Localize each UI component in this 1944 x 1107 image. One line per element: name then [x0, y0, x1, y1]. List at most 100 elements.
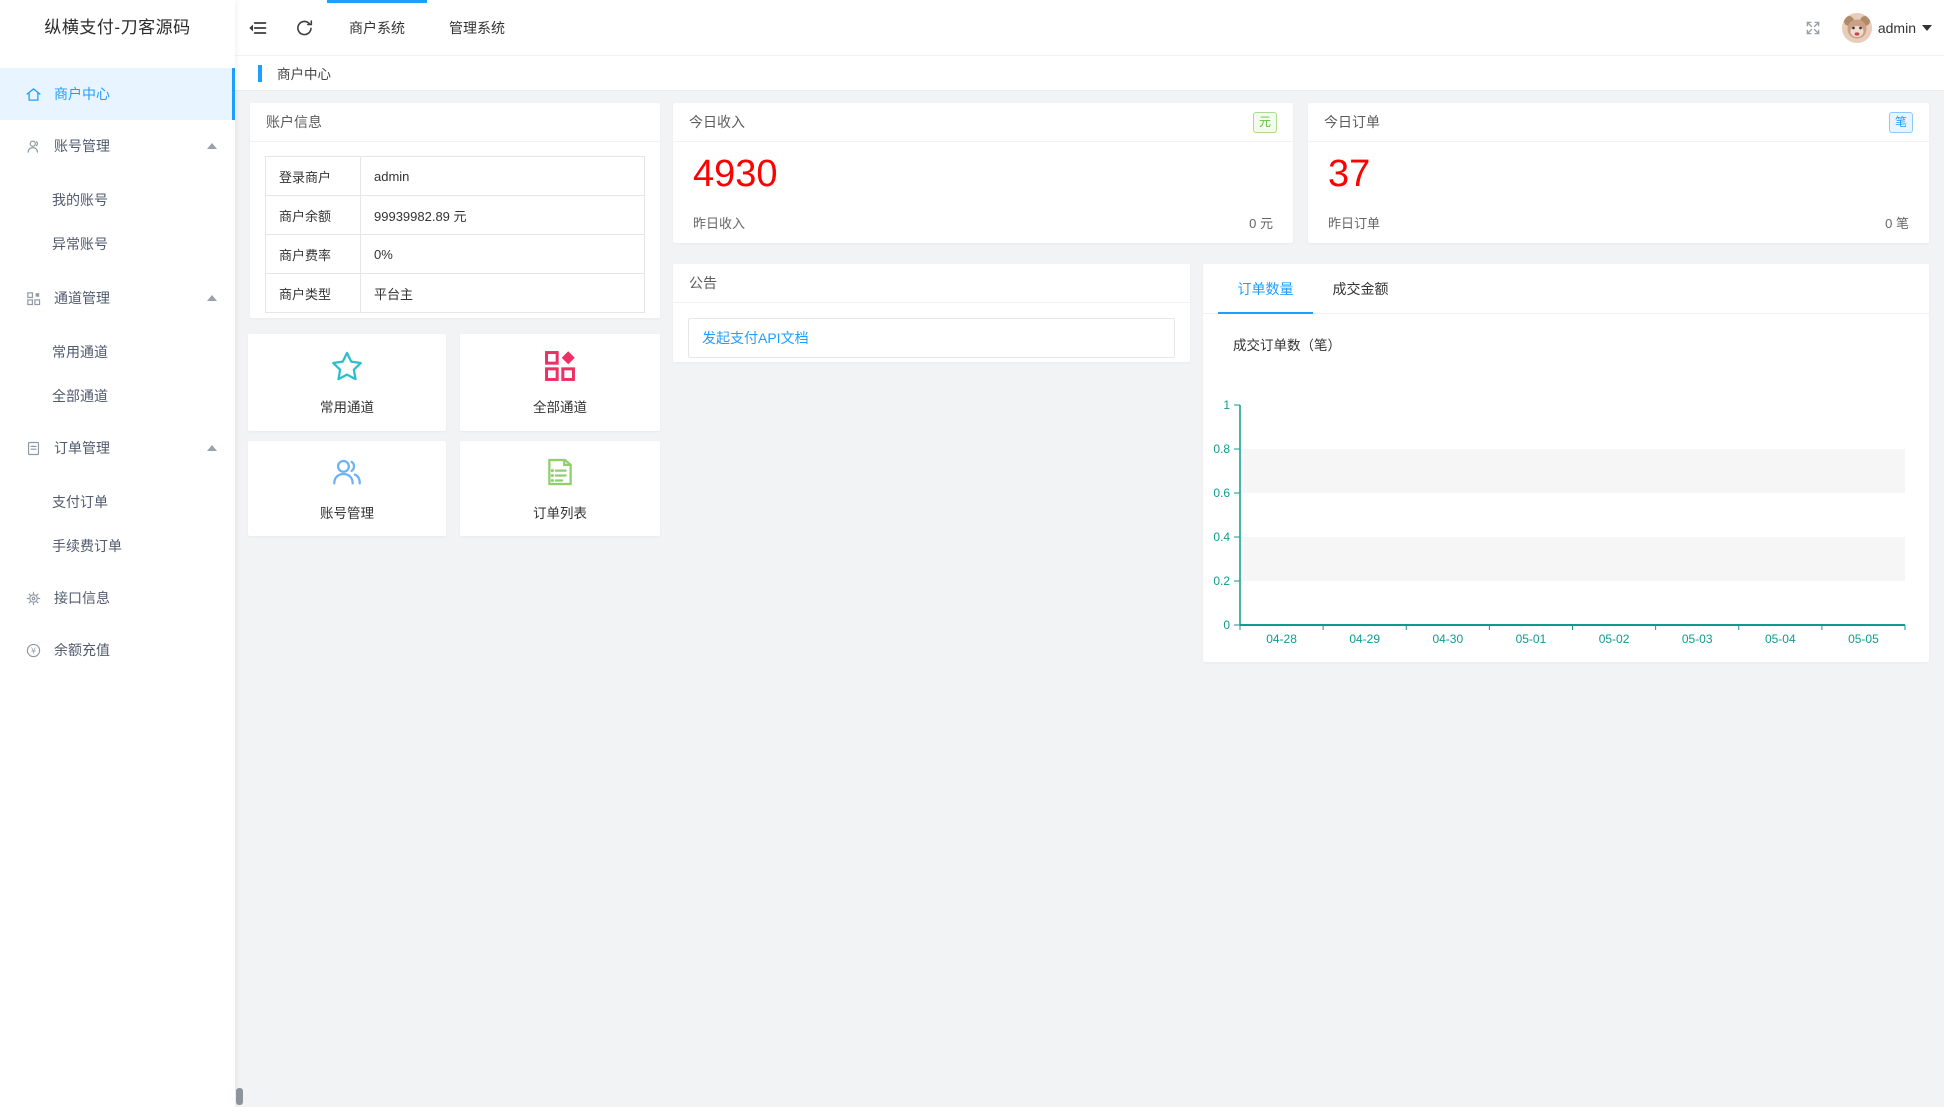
svg-text:0.2: 0.2: [1213, 574, 1230, 588]
today-income-card: 今日收入 元 4930 昨日收入 0 元: [673, 103, 1293, 243]
sidebar-sub-label: 我的账号: [52, 192, 108, 208]
sidebar-item-merchant-center[interactable]: 商户中心: [0, 68, 235, 120]
svg-text:05-01: 05-01: [1516, 632, 1547, 646]
yesterday-income-label: 昨日收入: [693, 216, 746, 231]
tab-order-count[interactable]: 订单数量: [1218, 264, 1313, 314]
yen-icon: ¥: [24, 641, 42, 659]
sidebar-group-accounts[interactable]: 账号管理: [0, 120, 235, 172]
sidebar-item-pay-orders[interactable]: 支付订单: [0, 480, 235, 524]
sidebar-sub-label: 手续费订单: [52, 538, 122, 554]
card-title: 公告: [689, 274, 717, 291]
collapse-menu-icon[interactable]: [235, 0, 281, 55]
svg-text:0.8: 0.8: [1213, 442, 1230, 456]
row-label: 商户类型: [265, 273, 361, 313]
yesterday-income-value: 0 元: [1249, 216, 1273, 231]
refresh-icon[interactable]: [281, 0, 327, 55]
breadcrumb: 商户中心: [235, 55, 1944, 91]
user-menu[interactable]: admin: [1841, 12, 1932, 43]
user-icon: [24, 137, 42, 155]
svg-text:05-02: 05-02: [1599, 632, 1630, 646]
svg-text:0: 0: [1223, 618, 1230, 632]
today-income-value: 4930: [693, 153, 778, 195]
sidebar-item-common-channels[interactable]: 常用通道: [0, 330, 235, 374]
row-label: 商户余额: [265, 195, 361, 235]
avatar: [1841, 12, 1872, 43]
sidebar-group-orders[interactable]: 订单管理: [0, 422, 235, 474]
fullscreen-icon[interactable]: [1798, 0, 1828, 55]
scrollbar-thumb[interactable]: [236, 1088, 243, 1105]
chevron-down-icon: [1922, 24, 1932, 31]
shortcut-common-channels[interactable]: 常用通道: [248, 334, 446, 431]
svg-text:1: 1: [1223, 398, 1230, 412]
home-icon: [24, 85, 42, 103]
sidebar-group-label: 订单管理: [54, 440, 110, 456]
svg-text:05-03: 05-03: [1682, 632, 1713, 646]
today-orders-card: 今日订单 笔 37 昨日订单 0 笔: [1308, 103, 1929, 243]
api-doc-link[interactable]: 发起支付API文档: [702, 330, 809, 346]
card-title: 今日收入: [689, 113, 745, 130]
svg-text:05-04: 05-04: [1765, 632, 1796, 646]
account-info-table: 登录商户 admin 商户余额 99939982.89 元 商户费率 0% 商户类型平…: [265, 156, 645, 313]
row-value: admin: [360, 156, 645, 196]
table-row: 登录商户 admin: [265, 156, 645, 196]
sidebar-group-label: 账号管理: [54, 138, 110, 154]
chevron-up-icon: [207, 445, 217, 451]
sidebar: 纵横支付-刀客源码 商户中心 账号管理 我的账号 异常账号 通道管理 常用通道 …: [0, 0, 235, 1107]
list-icon: [543, 455, 577, 492]
svg-text:05-05: 05-05: [1848, 632, 1879, 646]
chevron-up-icon: [207, 295, 217, 301]
sidebar-sub-label: 异常账号: [52, 236, 108, 252]
main-content: 账户信息 登录商户 admin 商户余额 99939982.89 元 商户费率 0% …: [235, 92, 1944, 1107]
sidebar-sub-label: 支付订单: [52, 494, 108, 510]
doc-icon: [24, 439, 42, 457]
app-logo-title: 纵横支付-刀客源码: [44, 18, 191, 37]
shortcut-label: 全部通道: [533, 400, 587, 415]
card-title: 今日订单: [1324, 113, 1380, 130]
svg-text:04-28: 04-28: [1266, 632, 1297, 646]
svg-text:04-30: 04-30: [1432, 632, 1463, 646]
page-title: 商户中心: [277, 67, 331, 82]
users-icon: [330, 455, 364, 492]
sidebar-item-my-account[interactable]: 我的账号: [0, 178, 235, 222]
breadcrumb-accent: [258, 64, 262, 82]
sidebar-item-fee-orders[interactable]: 手续费订单: [0, 524, 235, 568]
tab-transaction-amount[interactable]: 成交金额: [1313, 264, 1408, 313]
shortcut-label: 常用通道: [320, 400, 374, 415]
sidebar-group-channels[interactable]: 通道管理: [0, 272, 235, 324]
grid-icon: [24, 289, 42, 307]
star-icon: [330, 349, 364, 386]
yesterday-orders-label: 昨日订单: [1328, 216, 1381, 231]
account-info-card: 账户信息 登录商户 admin 商户余额 99939982.89 元 商户费率 0% …: [250, 103, 660, 318]
sidebar-nav: 商户中心 账号管理 我的账号 异常账号 通道管理 常用通道 全部通道 订单管理: [0, 55, 235, 676]
sidebar-item-label: 商户中心: [54, 86, 110, 102]
shortcut-label: 账号管理: [320, 506, 374, 521]
row-value: 平台主: [360, 273, 645, 313]
top-header: 商户系统 管理系统 admin: [235, 0, 1944, 55]
sidebar-item-all-channels[interactable]: 全部通道: [0, 374, 235, 418]
row-label: 登录商户: [265, 156, 361, 196]
shortcut-label: 订单列表: [533, 506, 587, 521]
card-title: 账户信息: [266, 113, 322, 130]
svg-text:0.6: 0.6: [1213, 486, 1230, 500]
shortcut-order-list[interactable]: 订单列表: [460, 441, 660, 536]
row-value: 99939982.89 元: [360, 195, 645, 235]
unit-badge-bi: 笔: [1888, 111, 1913, 133]
row-value: 0%: [360, 234, 645, 274]
sidebar-item-balance-recharge[interactable]: ¥ 余额充值: [0, 624, 235, 676]
unit-badge-yuan: 元: [1252, 111, 1277, 133]
tab-label: 订单数量: [1237, 280, 1294, 297]
shortcut-account-management[interactable]: 账号管理: [248, 441, 446, 536]
sidebar-item-abnormal-account[interactable]: 异常账号: [0, 222, 235, 266]
tab-merchant-system[interactable]: 商户系统: [327, 0, 427, 55]
table-row: 商户费率 0%: [265, 234, 645, 274]
chart-tabs: 订单数量 成交金额: [1203, 264, 1929, 314]
shortcut-all-channels[interactable]: 全部通道: [460, 334, 660, 431]
tab-label: 管理系统: [449, 19, 505, 36]
username: admin: [1877, 19, 1916, 36]
tab-label: 商户系统: [349, 19, 405, 36]
sidebar-item-label: 接口信息: [54, 590, 110, 606]
tab-admin-system[interactable]: 管理系统: [427, 0, 527, 55]
grid-icon: [543, 349, 577, 386]
sidebar-group-label: 通道管理: [54, 290, 110, 306]
sidebar-item-api-info[interactable]: 接口信息: [0, 572, 235, 624]
